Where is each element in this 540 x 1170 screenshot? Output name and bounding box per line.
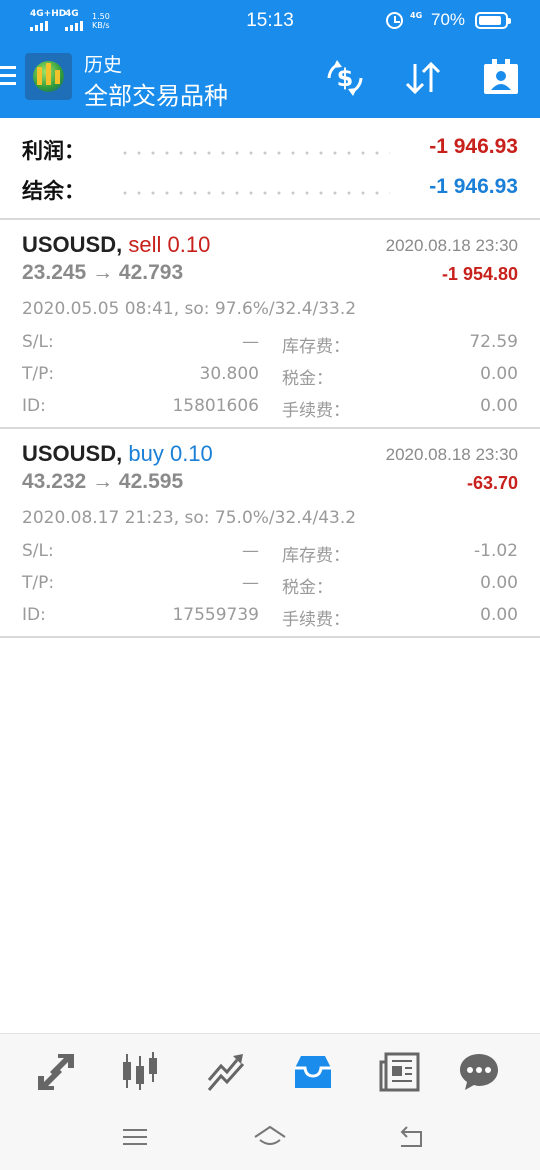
net-type: 4G (410, 11, 423, 20)
trade-profit: -63.70 (466, 473, 518, 493)
system-nav-bar (0, 1108, 540, 1170)
chart-icon[interactable] (118, 1050, 162, 1094)
trade-tp-row: T/P: 30.800 税金： 0.00 (22, 364, 518, 390)
menu-icon[interactable] (117, 1122, 153, 1152)
sort-icon[interactable] (401, 56, 445, 100)
status-bar: 4G+HD 4G 1.50 KB/s 15:13 4G 70% (0, 0, 540, 44)
currency-exchange-icon[interactable]: $ (323, 56, 367, 100)
sl-label: S/L: (22, 541, 54, 561)
commission-label: 手续费： (282, 401, 350, 421)
tax-label: 税金： (282, 369, 333, 389)
svg-text:$: $ (337, 64, 354, 92)
trade-item[interactable]: USOUSD, buy 0.10 2020.08.18 23:30 43.232… (0, 429, 540, 638)
commission-value: 0.00 (480, 605, 518, 625)
battery-icon (475, 12, 511, 29)
app-logo[interactable] (25, 53, 72, 100)
news-icon[interactable] (378, 1050, 422, 1094)
swap-label: 库存费： (282, 337, 350, 357)
trade-close-time: 2020.08.18 23:30 (385, 445, 518, 464)
sl-value: — (242, 332, 259, 352)
history-icon[interactable] (291, 1050, 335, 1094)
trade-prices: 43.232 → 42.595 (22, 470, 184, 493)
tax-value: 0.00 (480, 573, 518, 593)
trade-prices: 23.245 → 42.793 (22, 261, 184, 284)
tax-value: 0.00 (480, 364, 518, 384)
id-label: ID: (22, 396, 46, 416)
alarm-icon (386, 12, 403, 29)
tp-label: T/P: (22, 364, 55, 384)
trade-icon[interactable] (205, 1050, 249, 1094)
sl-value: — (242, 541, 259, 561)
home-icon[interactable] (252, 1122, 288, 1152)
balance-row: 结余： -1 946.93 (0, 167, 540, 207)
trade-title: USOUSD, buy 0.10 (22, 441, 213, 467)
profit-row: 利润： -1 946.93 (0, 127, 540, 167)
swap-value: -1.02 (474, 541, 518, 561)
profit-value: -1 946.93 (429, 135, 518, 158)
swap-value: 72.59 (469, 332, 518, 352)
tp-value: 30.800 (199, 364, 259, 384)
commission-value: 0.00 (480, 396, 518, 416)
trade-id-row: ID: 17559739 手续费： 0.00 (22, 605, 518, 631)
quotes-icon[interactable] (34, 1050, 78, 1094)
battery-percent: 70% (431, 10, 466, 29)
trade-profit: -1 954.80 (441, 264, 518, 284)
back-icon[interactable] (393, 1122, 429, 1152)
trade-item[interactable]: USOUSD, sell 0.10 2020.08.18 23:30 23.24… (0, 220, 540, 429)
sl-label: S/L: (22, 332, 54, 352)
commission-label: 手续费： (282, 610, 350, 630)
id-label: ID: (22, 605, 46, 625)
trade-tp-row: T/P: — 税金： 0.00 (22, 573, 518, 599)
dotted-leader (118, 151, 390, 155)
bottom-nav (0, 1033, 540, 1108)
trade-close-time: 2020.08.18 23:30 (385, 236, 518, 255)
tp-label: T/P: (22, 573, 55, 593)
trade-symbol: USOUSD, (22, 441, 123, 466)
trade-side: buy 0.10 (128, 441, 213, 466)
menu-icon[interactable] (0, 66, 16, 88)
summary-panel: 利润： -1 946.93 结余： -1 946.93 (0, 118, 540, 220)
tax-label: 税金： (282, 578, 333, 598)
chat-icon[interactable] (457, 1050, 501, 1094)
id-value: 15801606 (172, 396, 259, 416)
trade-title: USOUSD, sell 0.10 (22, 232, 210, 258)
swap-label: 库存费： (282, 546, 350, 566)
page-title-small: 历史 (84, 54, 123, 76)
balance-label: 结余： (22, 179, 85, 203)
id-value: 17559739 (172, 605, 259, 625)
trade-sl-row: S/L: — 库存费： 72.59 (22, 332, 518, 358)
trade-open-info: 2020.05.05 08:41, so: 97.6%/32.4/33.2 (22, 299, 357, 319)
app-header: 4G+HD 4G 1.50 KB/s 15:13 4G 70% 历史 全部交易品… (0, 0, 540, 118)
trade-id-row: ID: 15801606 手续费： 0.00 (22, 396, 518, 422)
trade-symbol: USOUSD, (22, 232, 123, 257)
trade-sl-row: S/L: — 库存费： -1.02 (22, 541, 518, 567)
contact-icon[interactable] (479, 56, 523, 100)
symbol-filter-title[interactable]: 全部交易品种 (84, 76, 228, 111)
profit-label: 利润： (22, 139, 85, 163)
dotted-leader (118, 191, 390, 195)
trade-side: sell 0.10 (128, 232, 211, 257)
tp-value: — (242, 573, 259, 593)
balance-value: -1 946.93 (429, 175, 518, 198)
trade-open-info: 2020.08.17 21:23, so: 75.0%/32.4/43.2 (22, 508, 357, 528)
